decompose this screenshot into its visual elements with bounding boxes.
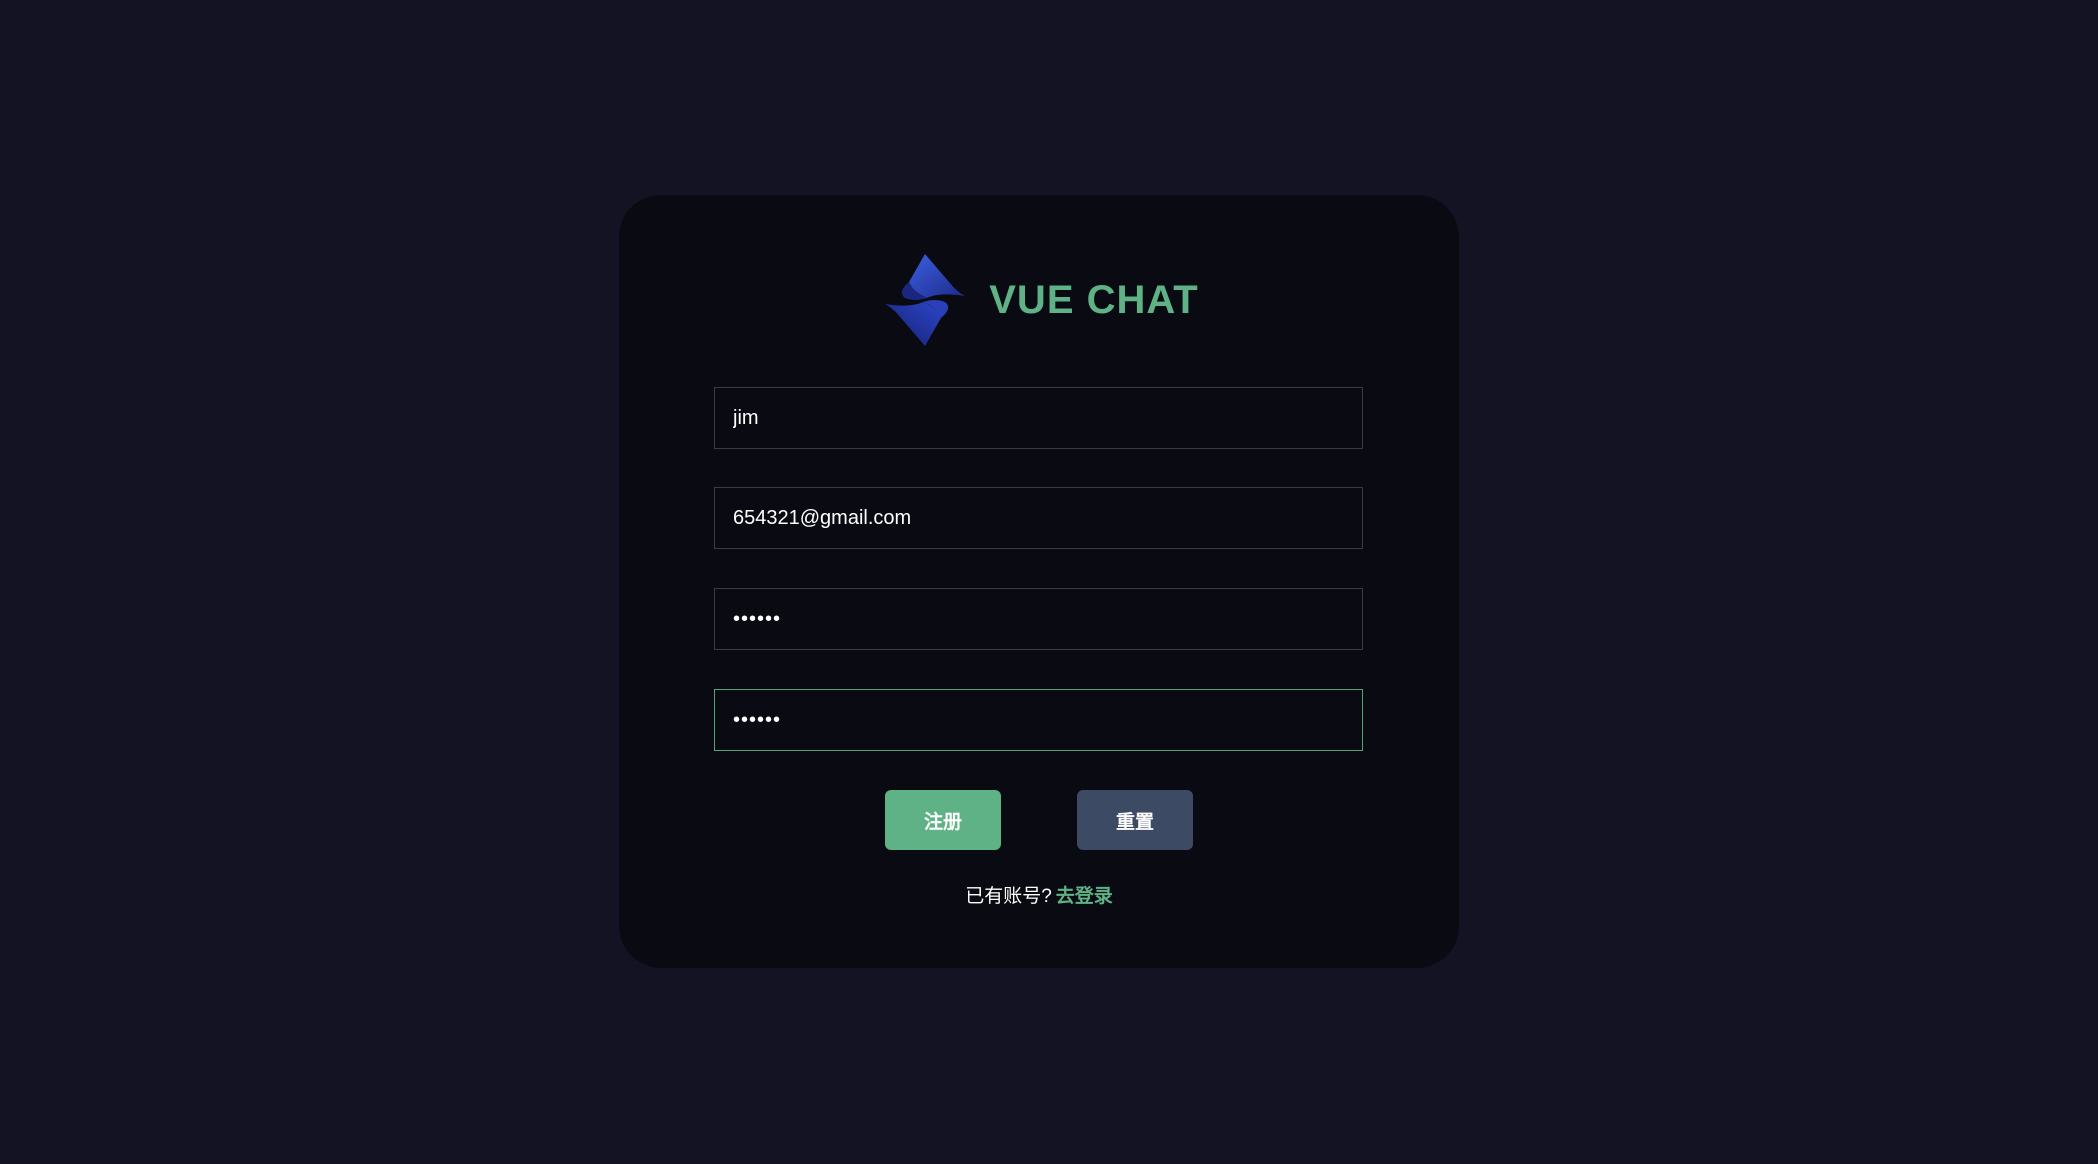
- email-input[interactable]: [714, 487, 1363, 549]
- username-input[interactable]: [714, 387, 1363, 449]
- login-prompt: 已有账号? 去登录: [619, 881, 1459, 908]
- password-input[interactable]: [714, 588, 1363, 650]
- app-title: VUE CHAT: [989, 277, 1199, 322]
- reset-button[interactable]: 重置: [1077, 790, 1193, 850]
- logo-icon: [885, 254, 966, 346]
- go-login-link[interactable]: 去登录: [1056, 886, 1113, 907]
- register-card: VUE CHAT 注册 重置 已有账号?去登录: [619, 195, 1459, 968]
- confirm-password-input[interactable]: [714, 689, 1363, 751]
- brand-header: VUE CHAT: [619, 250, 1459, 350]
- register-button[interactable]: 注册: [885, 790, 1001, 850]
- login-prompt-text: 已有账号?: [965, 886, 1052, 907]
